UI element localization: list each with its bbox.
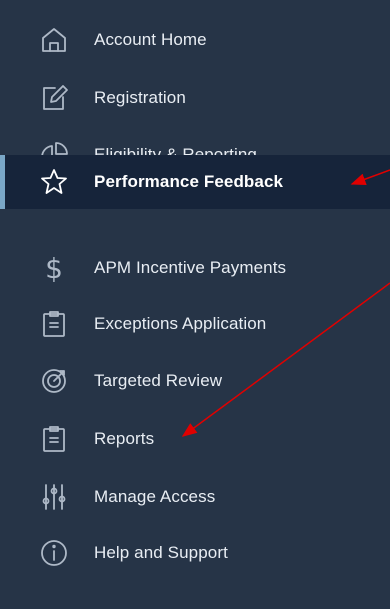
sliders-icon <box>38 481 70 513</box>
sidebar-item-label: Targeted Review <box>94 371 223 390</box>
sidebar-item-label: Reports <box>94 429 155 448</box>
sidebar-item-reports[interactable]: Reports <box>0 411 390 467</box>
clipboard-icon <box>38 423 70 455</box>
sidebar-nav: Account Home Registration Eligibility & … <box>0 0 390 609</box>
star-icon <box>38 166 70 198</box>
target-review-icon <box>38 365 70 397</box>
sidebar-item-apm-incentive-payments[interactable]: $ APM Incentive Payments <box>0 240 390 296</box>
sidebar-item-label: Account Home <box>94 30 207 49</box>
sidebar-item-label: Manage Access <box>94 487 216 506</box>
sidebar-item-account-home[interactable]: Account Home <box>0 12 390 68</box>
home-icon <box>38 24 70 56</box>
dollar-icon: $ <box>45 251 63 285</box>
sidebar-item-exceptions-application[interactable]: Exceptions Application <box>0 296 390 352</box>
sidebar-item-registration[interactable]: Registration <box>0 70 390 126</box>
info-icon <box>38 537 70 569</box>
sidebar-item-performance-feedback[interactable]: Performance Feedback <box>0 155 390 209</box>
sidebar-item-label: Performance Feedback <box>94 172 284 191</box>
clipboard-icon <box>38 308 70 340</box>
sidebar-item-manage-access[interactable]: Manage Access <box>0 469 390 525</box>
edit-icon <box>38 82 70 114</box>
sidebar-item-label: Exceptions Application <box>94 314 267 333</box>
sidebar-item-label: APM Incentive Payments <box>94 258 287 277</box>
sidebar-item-label: Help and Support <box>94 543 228 562</box>
sidebar-item-help-and-support[interactable]: Help and Support <box>0 525 390 581</box>
sidebar-item-targeted-review[interactable]: Targeted Review <box>0 353 390 409</box>
sidebar-item-label: Registration <box>94 88 186 107</box>
